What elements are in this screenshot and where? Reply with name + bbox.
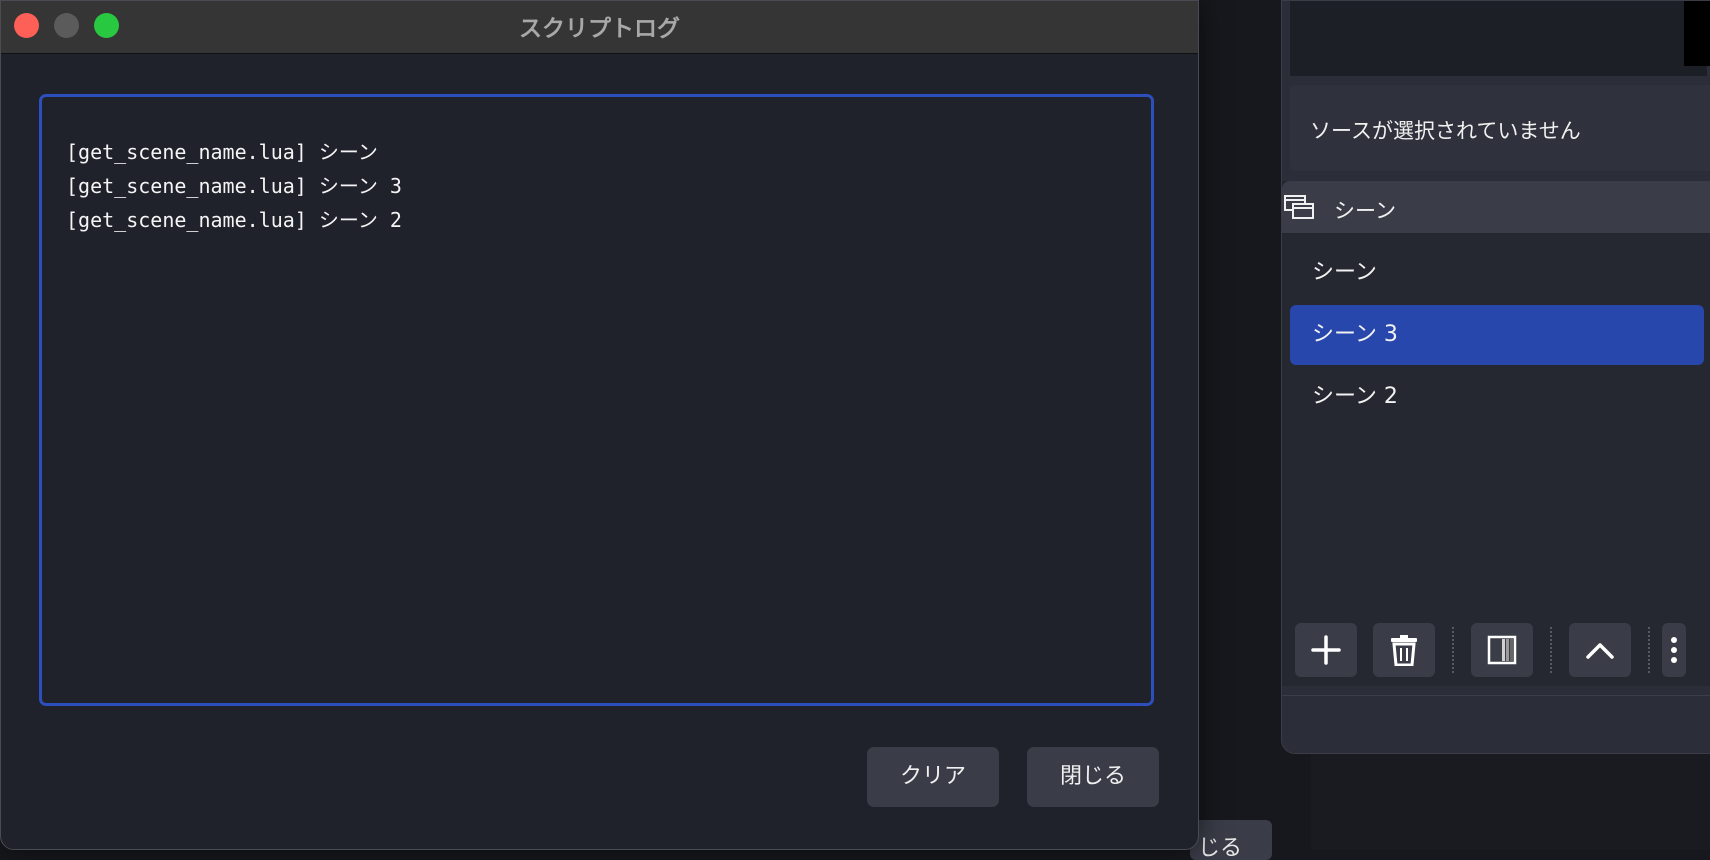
scene-item[interactable]: シーン xyxy=(1290,243,1704,303)
preview-canvas-edge xyxy=(1684,1,1710,66)
background-close-button-label: じる xyxy=(1198,836,1243,860)
trash-icon xyxy=(1391,635,1417,666)
scene-item-selected[interactable]: シーン 3 xyxy=(1290,305,1704,365)
script-log-textarea[interactable]: [get_scene_name.lua] シーン [get_scene_name… xyxy=(39,94,1154,706)
scene-list: シーン シーン 3 シーン 2 xyxy=(1290,243,1704,429)
toolbar-separator xyxy=(1452,627,1454,673)
scene-filters-button[interactable] xyxy=(1471,623,1533,677)
clear-button[interactable]: クリア xyxy=(867,747,999,807)
add-scene-button[interactable] xyxy=(1295,623,1357,677)
titlebar: スクリプトログ xyxy=(1,1,1198,54)
remove-scene-button[interactable] xyxy=(1373,623,1435,677)
move-scene-up-button[interactable] xyxy=(1569,623,1631,677)
more-options-button[interactable] xyxy=(1662,623,1686,677)
toolbar-separator xyxy=(1648,627,1650,673)
scenes-icon xyxy=(1284,195,1314,219)
close-button[interactable]: 閉じる xyxy=(1027,747,1159,807)
dialog-title: スクリプトログ xyxy=(519,16,680,42)
scenes-dock-header[interactable]: シーン xyxy=(1282,181,1710,233)
filter-icon xyxy=(1487,635,1517,665)
log-line: [get_scene_name.lua] シーン 2 xyxy=(66,208,402,232)
more-vertical-icon xyxy=(1671,637,1677,663)
log-line: [get_scene_name.lua] シーン xyxy=(66,140,378,164)
scenes-toolbar xyxy=(1282,619,1710,685)
no-source-selected-text: ソースが選択されていません xyxy=(1310,119,1581,143)
source-properties-bar: ソースが選択されていません xyxy=(1290,85,1710,171)
scenes-dock-title: シーン xyxy=(1334,199,1396,223)
preview-area xyxy=(1290,1,1707,76)
log-lines: [get_scene_name.lua] シーン [get_scene_name… xyxy=(66,135,402,237)
chevron-up-icon xyxy=(1586,643,1614,659)
script-log-dialog: スクリプトログ [get_scene_name.lua] シーン [get_sc… xyxy=(0,0,1199,850)
background-close-button[interactable]: じる xyxy=(1190,820,1272,860)
main-window-panel: ソースが選択されていません シーン シーン シーン 3 シーン 2 xyxy=(1281,0,1710,754)
scenes-dock: シーン シーン シーン 3 シーン 2 xyxy=(1282,181,1710,686)
toolbar-separator xyxy=(1550,627,1552,673)
scene-item[interactable]: シーン 2 xyxy=(1290,367,1704,427)
log-line: [get_scene_name.lua] シーン 3 xyxy=(66,174,402,198)
main-window-bottom-bar xyxy=(1282,695,1710,753)
add-icon xyxy=(1311,635,1341,665)
